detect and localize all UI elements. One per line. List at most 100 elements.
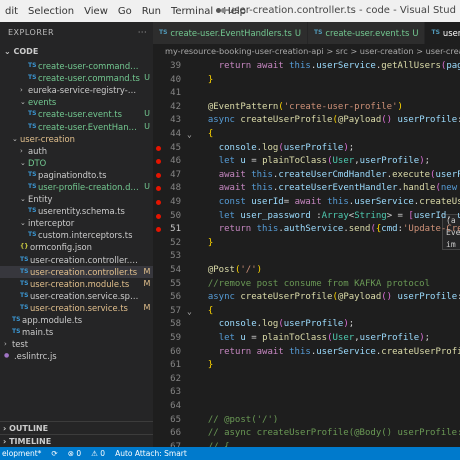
code-line[interactable]: 42 @EventPattern('create-user-profile') xyxy=(153,101,460,114)
code-line[interactable]: 46 let u = plainToClass(User,userProfile… xyxy=(153,155,460,168)
tree-item-create-user-event-handlers[interactable]: TScreate-user.EventHandlers.tsU xyxy=(0,120,153,132)
outline-section[interactable]: › OUTLINE xyxy=(0,421,153,434)
code-line[interactable]: 54 @Post('/') xyxy=(153,264,460,277)
line-number: 52 xyxy=(170,237,181,248)
tab-status-badge: U xyxy=(412,28,419,38)
code-line[interactable]: 55 //remove post consume from KAFKA prot… xyxy=(153,278,460,291)
fold-chevron-icon[interactable]: ⌄ xyxy=(187,128,192,141)
tree-item-user-profile-creation-dto[interactable]: TS user-profile-creation.dto... U xyxy=(0,181,153,193)
code-text: { xyxy=(207,305,214,316)
errors-status[interactable]: ⊗ 0 xyxy=(68,449,81,458)
window-dot-icon xyxy=(221,8,226,13)
line-number: 63 xyxy=(170,387,181,398)
code-text: const userId= await this.userService.cre… xyxy=(218,197,460,207)
tree-item-custom-interceptors[interactable]: TS custom.interceptors.ts xyxy=(0,229,153,241)
tree-item-ormconfig[interactable]: {} ormconfig.json xyxy=(0,241,153,253)
code-line[interactable]: 65 // @post('/') xyxy=(153,414,460,427)
tree-item-label: user-profile-creation.dto... xyxy=(38,181,141,192)
menu-item[interactable]: View xyxy=(79,6,113,17)
editor-tabs: TS create-user.EventHandlers.ts U TS create-… xyxy=(153,22,460,44)
menu-item[interactable]: Go xyxy=(113,6,137,17)
auto-attach-status[interactable]: Auto Attach: Smart xyxy=(115,449,187,458)
code-editor[interactable]: (a Eve im 39 return await this.userService… xyxy=(153,58,460,447)
code-line[interactable]: 58 console.log(userProfile); xyxy=(153,318,460,331)
tree-item-user-creation-module[interactable]: TS user-creation.module.ts M xyxy=(0,278,153,290)
tree-item-dto[interactable]: ⌄ DTO xyxy=(0,157,153,169)
tree-item-interceptor[interactable]: ⌄ interceptor xyxy=(0,217,153,229)
typescript-file-icon: TS xyxy=(313,29,323,36)
tree-item-create-user-command-in[interactable]: TScreate-user-command.in... U xyxy=(0,60,153,72)
code-line[interactable]: 59 let u = plainToClass(User,userProfile… xyxy=(153,332,460,345)
tree-item-user-creation-service[interactable]: TS user-creation.service.ts M xyxy=(0,302,153,314)
git-status-badge: U xyxy=(144,181,150,191)
line-number: 45 xyxy=(170,142,181,153)
tree-item-create-user-event[interactable]: TS create-user.event.ts U xyxy=(0,108,153,120)
tree-item-create-user-command[interactable]: TS create-user.command.ts U xyxy=(0,72,153,84)
explorer-more-button[interactable]: ··· xyxy=(138,22,147,44)
tree-item-userentity-schema[interactable]: TS userentity.schema.ts xyxy=(0,205,153,217)
tree-item-auth[interactable]: › auth xyxy=(0,145,153,157)
code-line[interactable]: 40 } xyxy=(153,74,460,87)
code-line[interactable]: 62 xyxy=(153,373,460,386)
code-line[interactable]: 45 console.log(userProfile); xyxy=(153,142,460,155)
line-number: 48 xyxy=(170,183,181,194)
editor-tab[interactable]: TS create-user.EventHandlers.ts U xyxy=(153,22,308,44)
sidebar-panels: › OUTLINE › TIMELINE xyxy=(0,421,153,447)
menu-item[interactable]: Run xyxy=(137,6,166,17)
menu-item[interactable]: dit xyxy=(0,6,23,17)
tree-item-label: create-user.EventHandlers.ts xyxy=(38,121,141,132)
status-bar: elopment* ⟳ ⊗ 0 ⚠ 0 Auto Attach: Smart xyxy=(0,447,460,460)
timeline-title: TIMELINE xyxy=(9,437,52,446)
code-line[interactable]: 49 const userId= await this.userService.… xyxy=(153,196,460,209)
code-line[interactable]: 50 let user_password :Array<String> = [u… xyxy=(153,210,460,223)
timeline-section[interactable]: › TIMELINE xyxy=(0,434,153,447)
tree-item-user-creation[interactable]: ⌄ user-creation xyxy=(0,133,153,145)
code-line[interactable]: 48 await this.createUserEventHandler.han… xyxy=(153,182,460,195)
menu-item[interactable]: Terminal xyxy=(166,6,218,17)
branch-status[interactable]: elopment* xyxy=(2,449,41,458)
code-line[interactable]: 56 async createUserProfile(@Payload() us… xyxy=(153,291,460,304)
line-number: 65 xyxy=(170,414,181,425)
tree-item-test[interactable]: › test xyxy=(0,338,153,350)
sync-icon[interactable]: ⟳ xyxy=(51,449,57,458)
chevron-right-icon: › xyxy=(20,86,23,95)
tree-item-paginationdto[interactable]: TS paginationdto.ts xyxy=(0,169,153,181)
tree-item-user-creation-controller-spec[interactable]: TSuser-creation.controller.spec.ts xyxy=(0,254,153,266)
typescript-file-icon: TS xyxy=(159,29,168,36)
code-line[interactable]: 39 return await this.userService.getAllU… xyxy=(153,60,460,73)
code-line[interactable]: 60 return await this.userService.createU… xyxy=(153,346,460,359)
line-number: 62 xyxy=(170,373,181,384)
code-line[interactable]: 41 xyxy=(153,87,460,100)
code-line[interactable]: 52 } xyxy=(153,237,460,250)
tree-item-entity[interactable]: ⌄ Entity xyxy=(0,193,153,205)
code-line[interactable]: 44 ⌄ { xyxy=(153,128,460,141)
editor-tab[interactable]: TSuser-creation.controller.tsM xyxy=(425,22,460,44)
code-line[interactable]: 66 // async createUserProfile(@Body() us… xyxy=(153,427,460,440)
code-line[interactable]: 47 await this.createUserCmdHandler.execu… xyxy=(153,169,460,182)
code-line[interactable]: 64 xyxy=(153,400,460,413)
menu-item[interactable]: Selection xyxy=(23,6,79,17)
editor-tab[interactable]: TS create-user.event.ts U xyxy=(307,22,426,44)
code-line[interactable]: 61 } xyxy=(153,359,460,372)
line-number: 64 xyxy=(170,401,181,411)
tree-item-eslintrc[interactable]: ● .eslintrc.js xyxy=(0,350,153,362)
explorer-header: EXPLORER ··· xyxy=(0,22,153,44)
tree-item-app-module[interactable]: TS app.module.ts xyxy=(0,314,153,326)
code-line[interactable]: 43 async createUserProfile(@Payload() us… xyxy=(153,114,460,127)
tree-item-label: user-creation.service.spec.ts xyxy=(30,290,141,301)
code-line[interactable]: 53 xyxy=(153,250,460,263)
fold-chevron-icon[interactable]: ⌄ xyxy=(187,305,192,318)
tree-item-user-creation-service-spec[interactable]: TS user-creation.service.spec.ts xyxy=(0,290,153,302)
tree-item-events[interactable]: ⌄ events xyxy=(0,96,153,108)
breadcrumb[interactable]: my-resource-booking-user-creation-api > … xyxy=(153,44,460,58)
code-line[interactable]: 57 ⌄ { xyxy=(153,305,460,318)
workspace-header[interactable]: ⌄ CODE xyxy=(0,44,153,60)
tree-item-label: user-creation.controller.spec.ts xyxy=(30,254,141,265)
line-number: 66 xyxy=(170,428,181,439)
tree-item-main[interactable]: TS main.ts xyxy=(0,326,153,338)
tree-item-eureka-service-registry-helper[interactable]: › eureka-service-registry-helper xyxy=(0,84,153,96)
warnings-status[interactable]: ⚠ 0 xyxy=(91,449,105,458)
tree-item-user-creation-controller[interactable]: TS user-creation.controller.ts M xyxy=(0,265,153,278)
code-line[interactable]: 63 xyxy=(153,386,460,399)
code-line[interactable]: 51 return this.authService.send({cmd:'Up… xyxy=(153,223,460,236)
